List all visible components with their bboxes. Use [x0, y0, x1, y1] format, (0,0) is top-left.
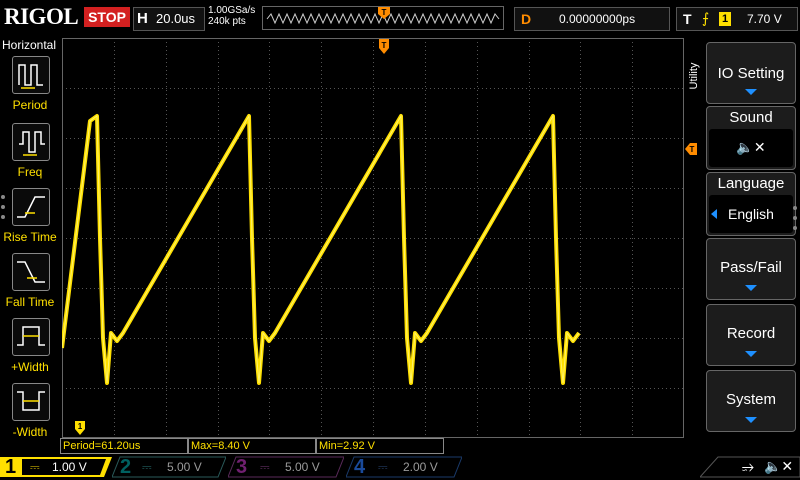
run-stop-indicator[interactable]: STOP — [84, 7, 130, 27]
memory-trigger-marker-icon: T — [378, 7, 390, 19]
sound-label: Sound — [729, 109, 773, 126]
submenu-arrow-icon — [745, 351, 757, 357]
channel1-waveform — [62, 114, 581, 385]
rigol-logo: RIGOL — [4, 4, 79, 29]
horizontal-panel-title: Horizontal — [2, 38, 57, 52]
submenu-arrow-icon — [745, 285, 757, 291]
measure-plus-width-button[interactable]: +Width — [0, 318, 60, 380]
channel1-scale: 1.00 V — [52, 460, 87, 474]
trigger-position-marker-icon[interactable]: T — [378, 38, 390, 56]
timebase-value: 20.0us — [156, 11, 196, 26]
horizontal-measure-panel: Horizontal Period Freq Rise Time Fall Ti… — [0, 38, 60, 448]
language-value: English — [728, 206, 774, 222]
memory-trigger-marker-label: T — [382, 8, 387, 17]
channel2-coupling-icon: ⎓ — [142, 460, 152, 474]
utility-menu-tab: Utility — [686, 40, 704, 440]
fall-time-icon — [12, 253, 50, 291]
record-button[interactable]: Record — [706, 304, 796, 366]
measurement-period[interactable]: Period=61.20us — [60, 438, 188, 454]
channel1-ground-marker-label: 1 — [78, 422, 83, 431]
channel1-ground-marker-icon[interactable]: 1 — [74, 420, 86, 436]
pass-fail-label: Pass/Fail — [720, 259, 782, 276]
measure-rise-time-button[interactable]: Rise Time — [0, 188, 60, 250]
right-panel-page-dots — [793, 206, 799, 236]
pass-fail-button[interactable]: Pass/Fail — [706, 238, 796, 300]
speaker-muted-icon: 🔈✕ — [764, 458, 794, 474]
minus-width-label: -Width — [12, 425, 48, 439]
left-panel-page-dots — [1, 195, 7, 225]
channel2-scale: 5.00 V — [167, 460, 202, 474]
rise-time-icon — [12, 188, 50, 226]
channel3-coupling-icon: ⎓ — [260, 460, 270, 474]
plus-width-icon — [12, 318, 50, 356]
measurement-min[interactable]: Min=2.92 V — [316, 438, 444, 454]
measure-freq-button[interactable]: Freq — [0, 123, 60, 185]
measurement-max[interactable]: Max=8.40 V — [188, 438, 316, 454]
memory-depth: 240k pts — [208, 16, 246, 27]
graticule — [62, 38, 684, 438]
timebase-display[interactable]: H 20.0us — [133, 7, 205, 31]
channel4-scale: 2.00 V — [403, 460, 438, 474]
channel3-status[interactable]: 3 ⎓ 5.00 V — [228, 455, 344, 479]
system-label: System — [725, 391, 776, 408]
channel3-number: 3 — [236, 456, 248, 478]
channel2-status[interactable]: 2 ⎓ 5.00 V — [112, 455, 226, 479]
channel1-waveform-core — [62, 114, 580, 384]
fall-time-label: Fall Time — [5, 295, 55, 309]
system-button[interactable]: System — [706, 370, 796, 432]
usb-icon: ⭌ — [742, 458, 755, 475]
delay-value: 0.00000000ps — [559, 12, 636, 26]
channel1-coupling-icon: ⎓ — [30, 460, 40, 474]
channel1-number: 1 — [5, 456, 17, 478]
trigger-letter: T — [683, 11, 692, 27]
channel1-status[interactable]: 1 ⎓ 1.00 V — [0, 455, 112, 479]
freq-icon — [12, 123, 50, 161]
waveform-display[interactable] — [62, 38, 684, 438]
io-setting-button[interactable]: IO Setting — [706, 42, 796, 104]
measure-fall-time-button[interactable]: Fall Time — [0, 253, 60, 315]
language-button[interactable]: Language English — [706, 172, 796, 236]
channel4-status[interactable]: 4 ⎓ 2.00 V — [346, 455, 462, 479]
rising-edge-icon: ⨍ — [702, 10, 710, 26]
horizontal-delay-display[interactable]: D 0.00000000ps — [514, 7, 670, 31]
minus-width-icon — [12, 383, 50, 421]
language-label: Language — [717, 175, 785, 192]
channel4-number: 4 — [354, 456, 366, 478]
trigger-source-badge: 1 — [719, 12, 731, 26]
channel3-scale: 5.00 V — [285, 460, 320, 474]
channel4-coupling-icon: ⎓ — [378, 460, 388, 474]
measure-period-button[interactable]: Period — [0, 56, 60, 118]
trigger-level-value: 7.70 V — [747, 12, 782, 26]
record-label: Record — [726, 325, 776, 342]
freq-label: Freq — [17, 165, 43, 179]
measure-minus-width-button[interactable]: -Width — [0, 383, 60, 445]
period-icon — [12, 56, 50, 94]
sound-button[interactable]: Sound 🔈✕ — [706, 106, 796, 170]
plus-width-label: +Width — [11, 360, 49, 374]
timebase-letter: H — [137, 10, 148, 27]
io-setting-label: IO Setting — [717, 65, 785, 82]
sample-info: 1.00GSa/s 240k pts — [208, 5, 255, 27]
sound-muted-icon: 🔈✕ — [736, 139, 766, 155]
rise-time-label: Rise Time — [3, 230, 57, 244]
period-label: Period — [12, 98, 48, 112]
channel2-number: 2 — [120, 456, 132, 478]
trigger-position-marker-label: T — [382, 41, 387, 50]
submenu-arrow-icon — [745, 89, 757, 95]
submenu-arrow-icon — [745, 417, 757, 423]
sample-rate: 1.00GSa/s — [208, 5, 256, 16]
utility-label: Utility — [688, 62, 700, 90]
trigger-settings-display[interactable]: T ⨍ 1 7.70 V — [676, 7, 798, 31]
delay-letter: D — [521, 11, 532, 27]
